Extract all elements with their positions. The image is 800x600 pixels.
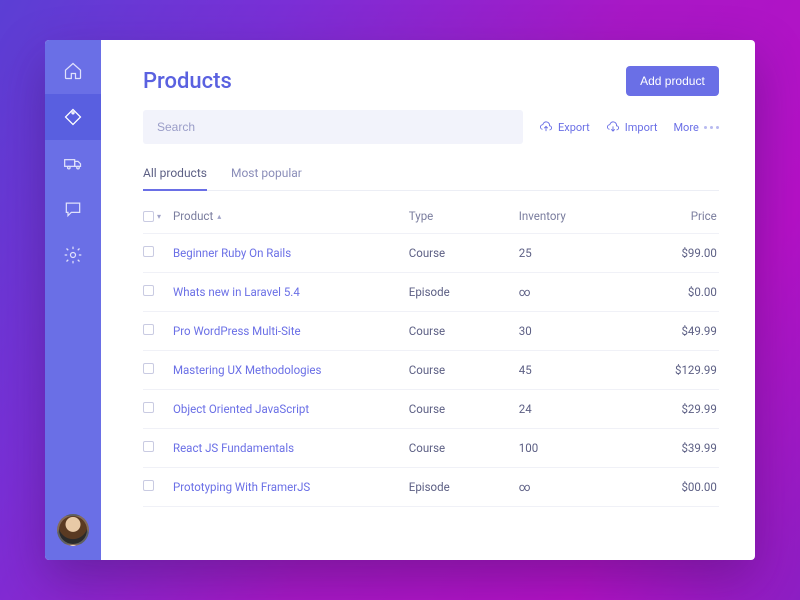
product-inventory: 25 <box>519 246 629 260</box>
product-name-link[interactable]: React JS Fundamentals <box>173 441 409 455</box>
nav-chat[interactable] <box>45 186 101 232</box>
tab-most-popular[interactable]: Most popular <box>231 158 302 190</box>
add-product-button[interactable]: Add product <box>626 66 719 96</box>
table-row: Beginner Ruby On RailsCourse25$99.00 <box>143 234 719 273</box>
sidebar <box>45 40 101 560</box>
cloud-export-icon <box>539 120 553 134</box>
table-row: React JS FundamentalsCourse100$39.99 <box>143 429 719 468</box>
import-label: Import <box>625 121 658 134</box>
product-inventory: 45 <box>519 363 629 377</box>
table-row: Object Oriented JavaScriptCourse24$29.99 <box>143 390 719 429</box>
export-label: Export <box>558 121 590 134</box>
row-checkbox[interactable] <box>143 441 154 452</box>
product-inventory: 24 <box>519 402 629 416</box>
search-row: Export Import More <box>143 110 719 144</box>
table-row: Mastering UX MethodologiesCourse45$129.9… <box>143 351 719 390</box>
product-inventory: ∞ <box>519 285 629 299</box>
product-type: Course <box>409 402 519 416</box>
product-type: Course <box>409 441 519 455</box>
product-type: Course <box>409 324 519 338</box>
more-label: More <box>673 121 698 134</box>
product-price: $39.99 <box>629 441 719 455</box>
table-row: Pro WordPress Multi-SiteCourse30$49.99 <box>143 312 719 351</box>
product-price: $99.00 <box>629 246 719 260</box>
nav-home[interactable] <box>45 48 101 94</box>
dots-icon <box>704 126 719 129</box>
row-checkbox[interactable] <box>143 285 154 296</box>
table-header: ▾ Product ▴ Type Inventory Price <box>143 199 719 234</box>
row-checkbox[interactable] <box>143 246 154 257</box>
product-price: $29.99 <box>629 402 719 416</box>
avatar[interactable] <box>57 514 89 546</box>
product-type: Episode <box>409 285 519 299</box>
product-name-link[interactable]: Object Oriented JavaScript <box>173 402 409 416</box>
table-row: Prototyping With FramerJSEpisode∞$00.00 <box>143 468 719 507</box>
gear-icon <box>63 245 83 265</box>
row-checkbox[interactable] <box>143 480 154 491</box>
nav-products[interactable] <box>45 94 101 140</box>
col-inventory[interactable]: Inventory <box>519 209 629 223</box>
sort-asc-icon: ▴ <box>217 212 221 221</box>
product-price: $49.99 <box>629 324 719 338</box>
import-link[interactable]: Import <box>606 120 658 134</box>
row-checkbox[interactable] <box>143 324 154 335</box>
main-content: Products Add product Export Import More … <box>101 40 755 560</box>
search-input[interactable] <box>143 110 523 144</box>
product-name-link[interactable]: Whats new in Laravel 5.4 <box>173 285 409 299</box>
product-inventory: 30 <box>519 324 629 338</box>
header-row: Products Add product <box>143 66 719 96</box>
app-window: Products Add product Export Import More … <box>45 40 755 560</box>
product-type: Course <box>409 363 519 377</box>
col-price[interactable]: Price <box>629 209 719 223</box>
page-title: Products <box>143 69 232 94</box>
cloud-import-icon <box>606 120 620 134</box>
product-inventory: 100 <box>519 441 629 455</box>
product-price: $129.99 <box>629 363 719 377</box>
chevron-down-icon[interactable]: ▾ <box>157 212 161 221</box>
nav-settings[interactable] <box>45 232 101 278</box>
product-type: Course <box>409 246 519 260</box>
select-all-checkbox[interactable] <box>143 211 154 222</box>
product-price: $0.00 <box>629 285 719 299</box>
truck-icon <box>63 153 83 173</box>
col-type[interactable]: Type <box>409 209 519 223</box>
row-checkbox[interactable] <box>143 363 154 374</box>
table-row: Whats new in Laravel 5.4Episode∞$0.00 <box>143 273 719 312</box>
tabs: All products Most popular <box>143 158 719 191</box>
products-table: ▾ Product ▴ Type Inventory Price Beginne… <box>143 199 719 540</box>
product-price: $00.00 <box>629 480 719 494</box>
product-inventory: ∞ <box>519 480 629 494</box>
export-link[interactable]: Export <box>539 120 590 134</box>
product-type: Episode <box>409 480 519 494</box>
product-name-link[interactable]: Prototyping With FramerJS <box>173 480 409 494</box>
product-name-link[interactable]: Beginner Ruby On Rails <box>173 246 409 260</box>
row-checkbox[interactable] <box>143 402 154 413</box>
chat-icon <box>63 199 83 219</box>
tab-all-products[interactable]: All products <box>143 158 207 190</box>
col-product[interactable]: Product ▴ <box>173 209 409 223</box>
home-icon <box>63 61 83 81</box>
product-name-link[interactable]: Mastering UX Methodologies <box>173 363 409 377</box>
tag-icon <box>63 107 83 127</box>
nav-shipping[interactable] <box>45 140 101 186</box>
product-name-link[interactable]: Pro WordPress Multi-Site <box>173 324 409 338</box>
more-link[interactable]: More <box>673 121 718 134</box>
